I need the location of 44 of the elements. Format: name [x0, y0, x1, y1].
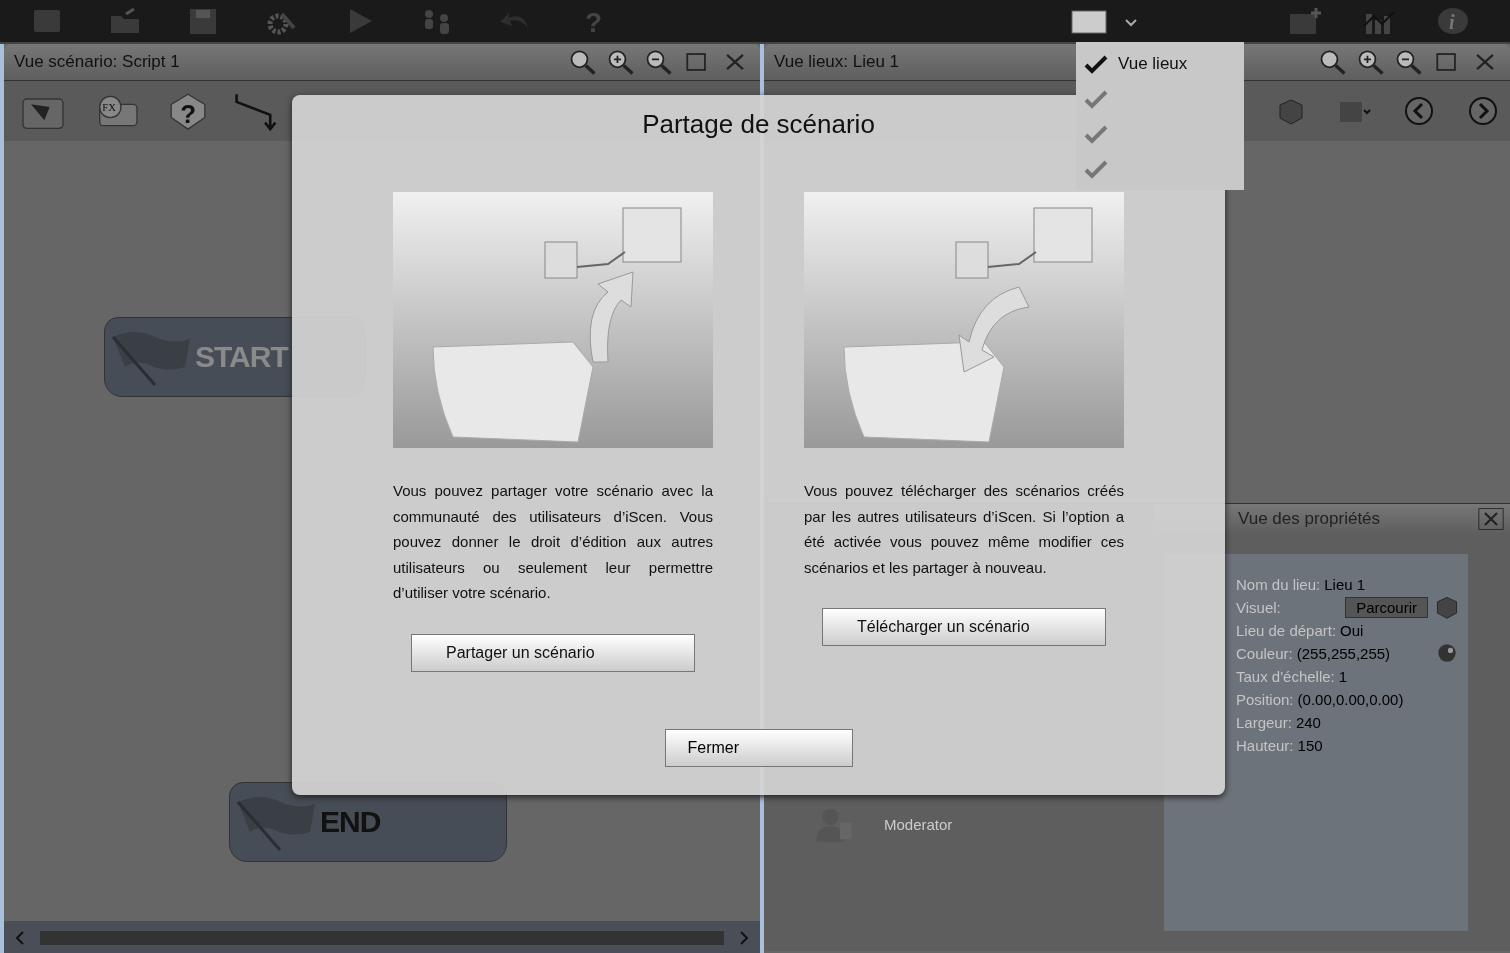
property-label: Lieu de départ: — [1236, 621, 1337, 639]
zoom-out-icon[interactable] — [644, 48, 674, 76]
panel-title: Vue lieux: Lieu 1 — [774, 52, 900, 72]
scroll-left-icon[interactable] — [14, 930, 26, 946]
property-value: Oui — [1340, 621, 1364, 639]
property-value: 240 — [1295, 713, 1321, 731]
zoom-in-icon[interactable] — [606, 48, 636, 76]
scroll-right-icon[interactable] — [738, 930, 750, 946]
panel-title: Vue scénario: Script 1 — [14, 52, 180, 72]
open-folder-icon[interactable] — [108, 6, 142, 36]
description-text: Vous pouvez télécharger des scénarios créés par les autres utilisateurs d’iScen. Si l’option a été activée vous pouvez même modifier ces scénarios et les partager à nouveau. — [804, 481, 1124, 578]
property-value: (255,255,255) — [1296, 644, 1391, 662]
previous-icon[interactable] — [1402, 96, 1436, 126]
node-label: START — [195, 340, 288, 374]
property-label: Hauteur: — [1236, 736, 1294, 754]
user-name[interactable]: Moderator — [884, 815, 953, 833]
zoom-reset-icon[interactable] — [568, 48, 598, 76]
property-label: Taux d'échelle: — [1236, 667, 1335, 685]
property-value: Lieu 1 — [1324, 575, 1366, 593]
property-value: 150 — [1297, 736, 1323, 754]
property-value: 1 — [1338, 667, 1348, 685]
share-button[interactable]: Partager un scénario — [411, 633, 695, 672]
property-label: Couleur: — [1236, 644, 1293, 662]
connector-arrow-icon[interactable] — [234, 91, 278, 131]
menu-item-label: Vue lieux — [1118, 53, 1188, 74]
zoom-out-icon[interactable] — [1394, 48, 1424, 76]
zoom-in-icon[interactable] — [1356, 48, 1386, 76]
dialog-title: Partage de scénario — [642, 109, 875, 140]
description-text: Vous pouvez partager votre scénario avec la communauté des utilisateurs d’iScen. Vous pouvez donner le droit d’édition aux autres utilisateurs ou seulement leur permettre d’utiliser votre scénario. — [393, 481, 713, 603]
node-label: END — [320, 805, 381, 839]
scrollbar-track[interactable] — [40, 931, 724, 945]
close-icon[interactable] — [1476, 506, 1506, 532]
property-label: Visuel: — [1236, 598, 1281, 616]
script-add-icon[interactable] — [1288, 6, 1322, 36]
zoom-reset-icon[interactable] — [1318, 48, 1348, 76]
property-label: Position: — [1236, 690, 1294, 708]
download-button[interactable]: Télécharger un scénario — [822, 608, 1106, 646]
next-icon[interactable] — [1466, 96, 1500, 126]
property-label: Largeur: — [1236, 713, 1292, 731]
close-dialog-button[interactable]: Fermer — [664, 729, 853, 767]
property-label: Nom du lieu: — [1236, 575, 1321, 593]
browse-button[interactable]: Parcourir — [1345, 596, 1428, 618]
panel-title: Vue des propriétés — [1238, 509, 1381, 529]
property-value: (0.00,0.00,0.00) — [1297, 690, 1404, 708]
